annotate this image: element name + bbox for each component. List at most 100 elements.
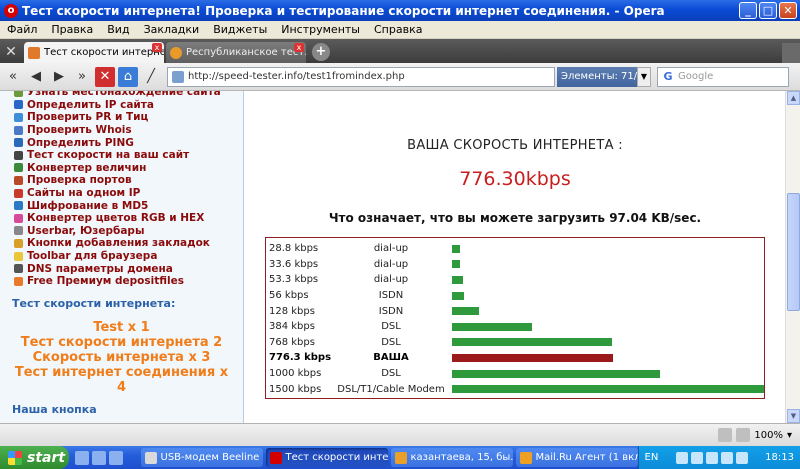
taskbar-button[interactable]: Тест скорости инте...: [265, 448, 388, 467]
language-indicator[interactable]: EN: [645, 452, 659, 463]
wand-icon[interactable]: ╱: [141, 67, 161, 87]
sidebar-item[interactable]: Free Премиум depositfiles: [0, 275, 243, 288]
menu-view[interactable]: Вид: [100, 23, 136, 36]
menu-edit[interactable]: Правка: [44, 23, 100, 36]
speed-heading: ВАША СКОРОСТЬ ИНТЕРНЕТА :: [407, 138, 623, 153]
favicon-icon: [170, 46, 182, 59]
zoom-control[interactable]: 100% ▾: [718, 428, 792, 442]
chevron-down-icon[interactable]: ▾: [787, 430, 792, 441]
maximize-button[interactable]: □: [759, 2, 777, 19]
sidebar-item-icon: [14, 91, 23, 97]
sidebar-item[interactable]: Проверка портов: [0, 174, 243, 187]
window-controls: _ □ ✕: [739, 2, 797, 19]
scroll-down-icon[interactable]: ▼: [787, 409, 800, 423]
sidebar-item-label: Определить PING: [27, 136, 134, 149]
tray-icon[interactable]: [735, 451, 748, 464]
sidebar-item[interactable]: Определить IP сайта: [0, 99, 243, 112]
chart-bar: [452, 385, 764, 394]
sidebar-item[interactable]: Сайты на одном IP: [0, 187, 243, 200]
chart-type-label: dial-up: [373, 258, 409, 270]
sidebar-item[interactable]: Конвертер цветов RGB и HEX: [0, 212, 243, 225]
address-field[interactable]: http://speed-tester.info/test1fromindex.…: [167, 66, 555, 87]
sidebar-item[interactable]: Toolbar для браузера: [0, 250, 243, 263]
tab-close-icon[interactable]: x: [294, 43, 304, 52]
chart-type-label: DSL: [381, 368, 401, 380]
sidebar-item-icon: [14, 163, 23, 173]
close-button[interactable]: ✕: [779, 2, 797, 19]
speed-value: 776.30kbps: [459, 168, 571, 190]
sidebar-item[interactable]: Кнопки добавления закладок: [0, 237, 243, 250]
quicklaunch-icon[interactable]: [91, 450, 106, 465]
sidebar-item[interactable]: Конвертер величин: [0, 162, 243, 175]
tray-icon[interactable]: [690, 451, 703, 464]
chart-bar-track: [452, 385, 764, 394]
new-tab-button[interactable]: +: [312, 43, 330, 61]
sidebar-item[interactable]: Узнать местонахождение сайта: [0, 91, 243, 99]
sidebar-item[interactable]: Определить PING: [0, 136, 243, 149]
menu-widgets[interactable]: Виджеты: [206, 23, 274, 36]
tray-icon[interactable]: [720, 451, 733, 464]
chart-row: 384 kbps DSL: [266, 319, 764, 335]
link-test-1[interactable]: Test x 1: [0, 320, 243, 335]
sidebar-item-label: Конвертер величин: [27, 161, 147, 174]
zoom-icon[interactable]: [736, 428, 751, 442]
link-test-4[interactable]: Тест интернет соединения x: [0, 365, 243, 380]
back-double-icon[interactable]: «: [3, 67, 23, 87]
chart-type-label: DSL: [381, 336, 401, 348]
chevron-down-icon[interactable]: ▼: [637, 66, 651, 87]
minimize-button[interactable]: _: [739, 2, 757, 19]
quicklaunch-icon[interactable]: [74, 450, 89, 465]
chart-row: 1500 kbps DSL/T1/Cable Modem: [266, 381, 764, 397]
chart-bar-track: [452, 353, 764, 362]
chart-type-label: ВАША: [373, 352, 409, 364]
scrollbar-thumb[interactable]: [787, 193, 800, 311]
chart-category-label: 1000 kbps: [269, 368, 322, 380]
tab-speed-test[interactable]: Тест скорости интерне... x: [24, 42, 164, 63]
link-test-2[interactable]: Тест скорости интернета 2: [0, 335, 243, 350]
link-test-3[interactable]: Скорость интернета x 3: [0, 350, 243, 365]
menu-bookmarks[interactable]: Закладки: [137, 23, 207, 36]
search-input[interactable]: G Google: [657, 66, 789, 87]
sidebar-item[interactable]: Проверить PR и Тиц: [0, 111, 243, 124]
sidebar-item-label: Проверить Whois: [27, 124, 132, 137]
sidebar-item[interactable]: Шифрование в MD5: [0, 199, 243, 212]
sidebar-item[interactable]: Тест скорости на ваш сайт: [0, 149, 243, 162]
url-text: http://speed-tester.info/test1fromindex.…: [188, 71, 405, 82]
tray-icon[interactable]: [705, 451, 718, 464]
start-button[interactable]: start: [0, 446, 69, 469]
taskbar-button[interactable]: казантаева, 15, бы...: [390, 448, 513, 467]
taskbar: start USB-модем Beeline Тест скорости инт…: [0, 446, 800, 469]
menu-help[interactable]: Справка: [367, 23, 429, 36]
forward-icon[interactable]: ▶: [49, 67, 69, 87]
scroll-up-icon[interactable]: ▲: [787, 91, 800, 105]
fast-forward-icon[interactable]: »: [72, 67, 92, 87]
tray-icon[interactable]: [675, 451, 688, 464]
clock: 18:13: [765, 452, 794, 463]
vertical-scrollbar[interactable]: ▲ ▼: [785, 91, 800, 423]
taskbar-button[interactable]: USB-модем Beeline: [140, 448, 263, 467]
taskbar-button[interactable]: Mail.Ru Агент (1 вкл...: [515, 448, 638, 467]
menu-tools[interactable]: Инструменты: [274, 23, 367, 36]
sidebar-item[interactable]: Проверить Whois: [0, 124, 243, 137]
view-icon[interactable]: [718, 428, 733, 442]
tray-icons: [675, 451, 748, 464]
chart-bar: [452, 307, 479, 316]
home-icon[interactable]: ⌂: [118, 66, 138, 87]
stop-icon[interactable]: ✕: [95, 66, 115, 87]
sidebar-item[interactable]: Userbar, Юзербары: [0, 225, 243, 238]
tab-menu-button[interactable]: [782, 43, 800, 63]
chart-bar: [452, 244, 460, 253]
sidebar-item[interactable]: DNS параметры домена: [0, 262, 243, 275]
menu-file[interactable]: Файл: [0, 23, 44, 36]
sidebar-item-icon: [14, 238, 23, 248]
tab-republican-test[interactable]: Республиканское тест... x: [166, 42, 306, 63]
link-test-4-number[interactable]: 4: [0, 380, 243, 395]
sidebar: Узнать местонахождение сайта Определить I…: [0, 91, 244, 423]
status-bar: 100% ▾: [0, 423, 800, 446]
tab-close-icon[interactable]: x: [152, 43, 162, 52]
quicklaunch-icon[interactable]: [108, 450, 123, 465]
chart-bar: [452, 275, 464, 284]
sidebar-item-icon: [14, 138, 23, 148]
back-icon[interactable]: ◀: [26, 67, 46, 87]
tools-icon[interactable]: ✕: [0, 41, 22, 63]
